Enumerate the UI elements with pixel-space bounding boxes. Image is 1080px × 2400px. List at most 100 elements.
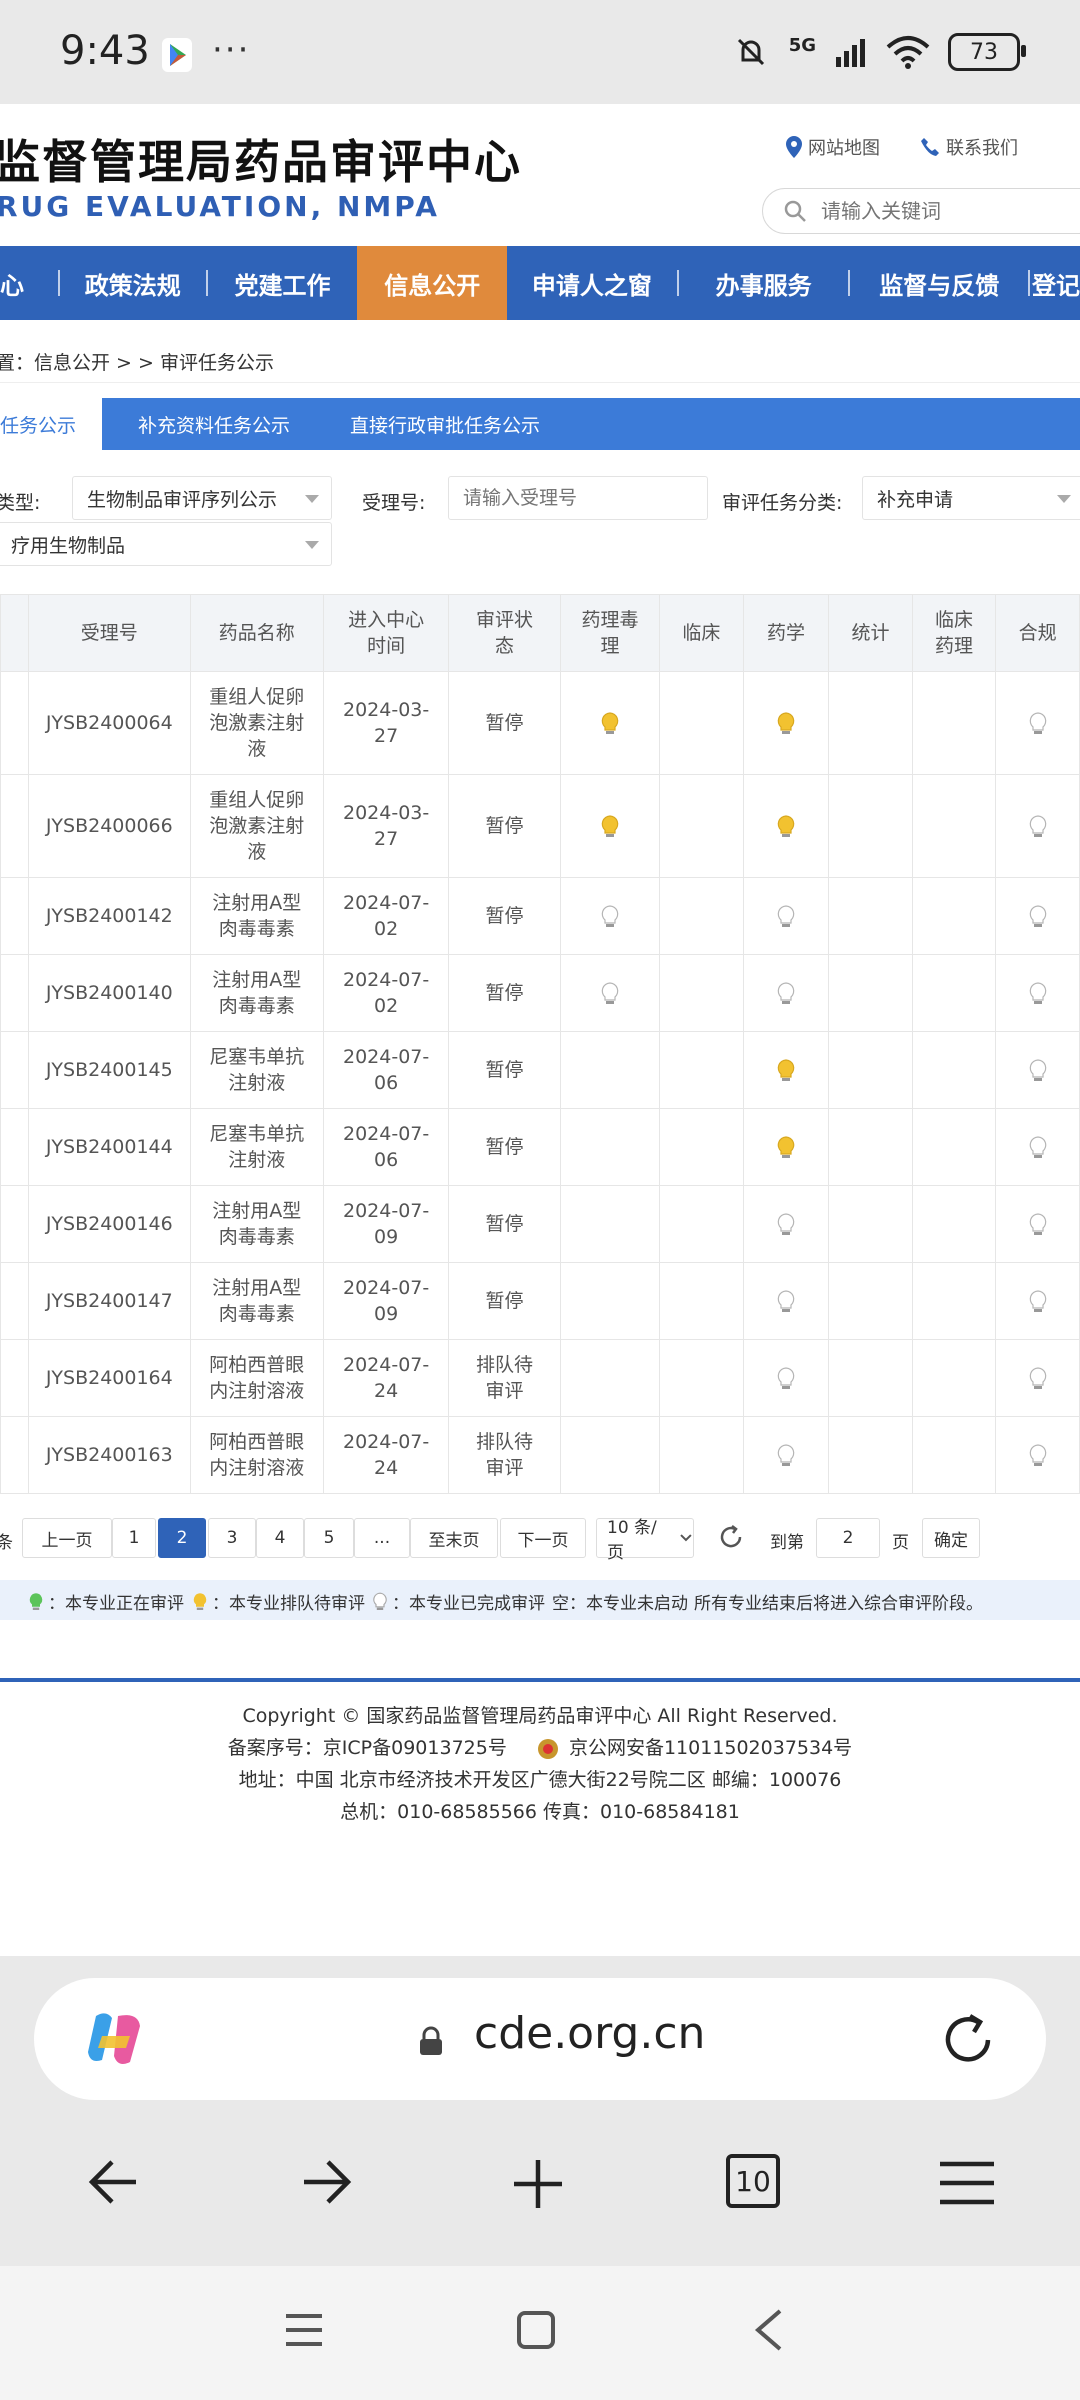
status-time: 9:43 [60, 28, 150, 74]
specialty-status-cell [742, 1108, 830, 1186]
nav-item-supervision[interactable]: 监督与反馈 [850, 246, 1028, 320]
legend-in-review: ：本专业正在审评 [28, 1589, 184, 1614]
specialty-status-cell [659, 877, 744, 955]
tab-supplement-tasks[interactable]: 补充资料任务公示 [118, 398, 310, 450]
specialty-status-cell [911, 1108, 997, 1186]
icp-record[interactable]: 备案序号：京ICP备09013725号 [228, 1737, 507, 1759]
cell-line: 注射用A型 [212, 1200, 302, 1222]
new-tab-plus-icon[interactable] [512, 2158, 564, 2210]
table-row[interactable]: JYSB2400145 尼塞韦单抗 注射液 2024-07- 06 暂停 [0, 1031, 1080, 1109]
specialty-status-cell [742, 877, 830, 955]
page-button[interactable]: 5 [304, 1518, 354, 1558]
next-page-button[interactable]: 下一页 [500, 1518, 586, 1558]
accept-number-input[interactable] [448, 476, 708, 520]
table-row[interactable]: JYSB2400164 阿柏西普眼 内注射溶液 2024-07- 24 排队待 审评 [0, 1339, 1080, 1417]
white-bulb-icon [777, 1289, 795, 1312]
white-bulb-icon [1029, 1366, 1046, 1389]
goto-page-input[interactable]: 2 [816, 1518, 880, 1558]
review-type-select[interactable]: 生物制品审评序列公示 [72, 476, 332, 520]
back-chevron-icon[interactable] [752, 2308, 784, 2352]
system-nav-bar [0, 2266, 1080, 2400]
white-bulb-icon [1029, 1212, 1046, 1235]
cell-line: 注射用A型 [212, 1277, 302, 1299]
tabs-count-button[interactable]: 10 [726, 2154, 780, 2208]
contact-link[interactable]: 联系我们 [920, 134, 1018, 160]
nav-item-register[interactable]: 登记 [1030, 246, 1080, 320]
entry-time-cell: 2024-07- 24 [322, 1339, 450, 1417]
entry-time-cell: 2024-07- 24 [322, 1416, 450, 1494]
table-row[interactable]: JYSB2400066 重组人促卵 泡激素注射液 2024-03- 27 暂停 [0, 774, 1080, 878]
prev-page-button[interactable]: 上一页 [22, 1518, 112, 1558]
back-arrow-icon[interactable] [88, 2158, 140, 2206]
accept-number-cell: JYSB2400163 [27, 1416, 191, 1494]
chevron-down-icon [305, 495, 319, 503]
cell-line: 重组人促卵 [209, 789, 305, 811]
review-status-cell: 暂停 [448, 877, 561, 955]
product-type-value: 疗用生物制品 [11, 534, 126, 557]
cell-line: 2024-07- [342, 1200, 430, 1222]
drug-name-cell: 注射用A型 肉毒毒素 [189, 877, 324, 955]
page-size-value: 10 条/页 [607, 1518, 657, 1563]
review-status-cell: 暂停 [448, 1108, 561, 1186]
search-input[interactable] [819, 198, 1073, 224]
wifi-icon [886, 36, 930, 69]
confirm-button[interactable]: 确定 [922, 1518, 980, 1558]
page-size-select[interactable]: 10 条/页 [596, 1518, 694, 1563]
page-button[interactable]: 1 [112, 1518, 156, 1558]
lock-icon [420, 2026, 442, 2055]
status-icons: 5G 73 [731, 30, 1026, 74]
review-status-cell: 排队待 审评 [448, 1416, 561, 1494]
address-bar[interactable]: cde.org.cn [34, 1978, 1046, 2100]
column-header-statistics: 统计 [828, 594, 913, 672]
refresh-icon[interactable] [718, 1524, 744, 1550]
specialty-status-cell [911, 954, 997, 1032]
review-task-table: 受理号 药品名称 进入中心 时间 审评状态药理毒理临床 药学 统计 临床 药理 合规 JYSB24… [0, 594, 1080, 1494]
specialty-status-cell [742, 1416, 830, 1494]
police-record[interactable]: 京公网安备11011502037534号 [569, 1737, 852, 1759]
table-row[interactable]: JYSB2400146 注射用A型 肉毒毒素 2024-07- 09 暂停 [0, 1185, 1080, 1263]
goto-label: 到第 [770, 1533, 804, 1553]
nav-item-applicant[interactable]: 申请人之窗 [507, 246, 677, 320]
task-category-select[interactable]: 补充申请 [862, 476, 1080, 520]
accept-number-cell: JYSB2400140 [27, 954, 191, 1032]
row-index-cell [0, 1185, 29, 1263]
specialty-status-cell [659, 1416, 744, 1494]
copilot-icon[interactable] [82, 2006, 148, 2072]
forward-arrow-icon[interactable] [300, 2158, 352, 2206]
table-row[interactable]: JYSB2400147 注射用A型 肉毒毒素 2024-07- 09 暂停 [0, 1262, 1080, 1340]
table-row[interactable]: JYSB2400140 注射用A型 肉毒毒素 2024-07- 02 暂停 [0, 954, 1080, 1032]
accept-number-cell: JYSB2400144 [27, 1108, 191, 1186]
accept-number-cell: JYSB2400066 [27, 774, 191, 878]
nav-item-home[interactable]: 心 [0, 246, 58, 320]
legend-queued-text: ：本专业排队待审评 [212, 1594, 365, 1614]
specialty-status-cell [659, 1185, 744, 1263]
nav-item-policy[interactable]: 政策法规 [60, 246, 206, 320]
page-button-current[interactable]: 2 [158, 1518, 206, 1558]
table-row[interactable]: JYSB2400064 重组人促卵 泡激素注射液 2024-03- 27 暂停 [0, 671, 1080, 775]
reload-icon[interactable] [940, 2012, 996, 2068]
specialty-status-cell [659, 671, 744, 775]
menu-icon[interactable] [938, 2160, 996, 2206]
specialty-status-cell [911, 1031, 997, 1109]
nav-item-party[interactable]: 党建工作 [208, 246, 358, 320]
drug-name-cell: 注射用A型 肉毒毒素 [189, 1185, 324, 1263]
last-page-button[interactable]: 至末页 [410, 1518, 498, 1558]
row-index-cell [0, 1031, 29, 1109]
nav-item-services[interactable]: 办事服务 [679, 246, 849, 320]
table-row[interactable]: JYSB2400142 注射用A型 肉毒毒素 2024-07- 02 暂停 [0, 877, 1080, 955]
review-status-cell: 暂停 [448, 1262, 561, 1340]
specialty-status-cell [828, 1416, 913, 1494]
nav-item-info[interactable]: 信息公开 [357, 246, 508, 320]
home-square-icon[interactable] [516, 2310, 556, 2350]
page-button[interactable]: 4 [256, 1518, 304, 1558]
product-type-select[interactable]: 疗用生物制品 [0, 522, 332, 566]
recent-apps-icon[interactable] [284, 2312, 324, 2348]
table-row[interactable]: JYSB2400144 尼塞韦单抗 注射液 2024-07- 06 暂停 [0, 1108, 1080, 1186]
yellow-bulb-icon [193, 1592, 207, 1610]
sitemap-link[interactable]: 网站地图 [786, 134, 880, 160]
tab-review-tasks[interactable]: 任务公示 [0, 398, 102, 450]
table-row[interactable]: JYSB2400163 阿柏西普眼 内注射溶液 2024-07- 24 排队待 审评 [0, 1416, 1080, 1494]
page-button[interactable]: 3 [208, 1518, 256, 1558]
search-box[interactable] [762, 188, 1080, 234]
tab-direct-approval-tasks[interactable]: 直接行政审批任务公示 [336, 398, 554, 450]
